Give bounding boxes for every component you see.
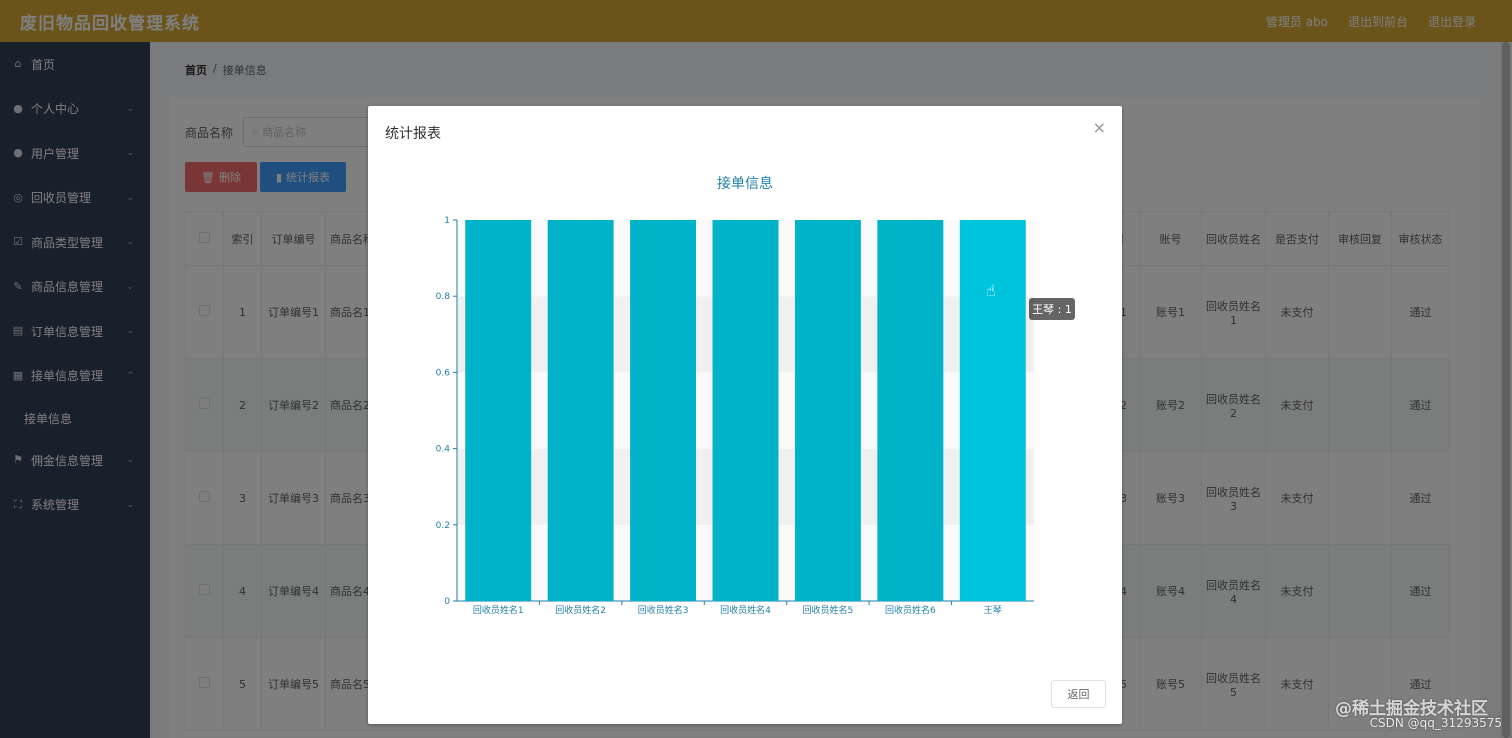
bar <box>877 220 944 601</box>
y-tick-label: 1 <box>444 216 450 226</box>
mouse-cursor-icon: ☝ <box>986 281 996 300</box>
bar-chart: 接单信息 0 0.2 0.4 0.6 0.8 1 回收员姓名1 回收员姓名2 回收员姓名3 回收员姓… <box>436 175 1075 616</box>
chart-title: 接单信息 <box>717 175 773 192</box>
bar <box>794 220 861 601</box>
x-tick-label: 王琴 <box>984 605 1002 616</box>
x-tick-label: 回收员姓名4 <box>720 604 771 616</box>
y-tick-label: 0 <box>444 597 450 607</box>
close-icon[interactable]: × <box>1093 120 1106 136</box>
bar <box>630 220 697 601</box>
x-tick-label: 回收员姓名5 <box>803 604 854 616</box>
x-tick-label: 回收员姓名6 <box>885 604 936 616</box>
y-tick-label: 0.6 <box>436 368 451 378</box>
dialog-title: 统计报表 <box>385 126 441 142</box>
tooltip-text: 王琴 : 1 <box>1032 303 1072 316</box>
y-tick-label: 0.4 <box>436 445 451 455</box>
bar <box>547 220 614 601</box>
y-tick-label: 0.2 <box>436 521 450 531</box>
x-tick-label: 回收员姓名1 <box>473 604 524 616</box>
bar <box>712 220 779 601</box>
bar <box>959 220 1026 601</box>
watermark-csdn: CSDN @qq_31293575 <box>1369 716 1502 730</box>
stats-dialog: 统计报表 × 接单信息 0 0.2 0.4 0.6 0.8 1 回收员姓名1 回收员姓名2 回收员… <box>368 106 1122 724</box>
bar <box>465 220 532 601</box>
return-button[interactable]: 返回 <box>1051 680 1106 708</box>
x-tick-label: 回收员姓名3 <box>638 604 689 616</box>
y-tick-label: 0.8 <box>436 292 451 302</box>
x-tick-label: 回收员姓名2 <box>555 604 606 616</box>
